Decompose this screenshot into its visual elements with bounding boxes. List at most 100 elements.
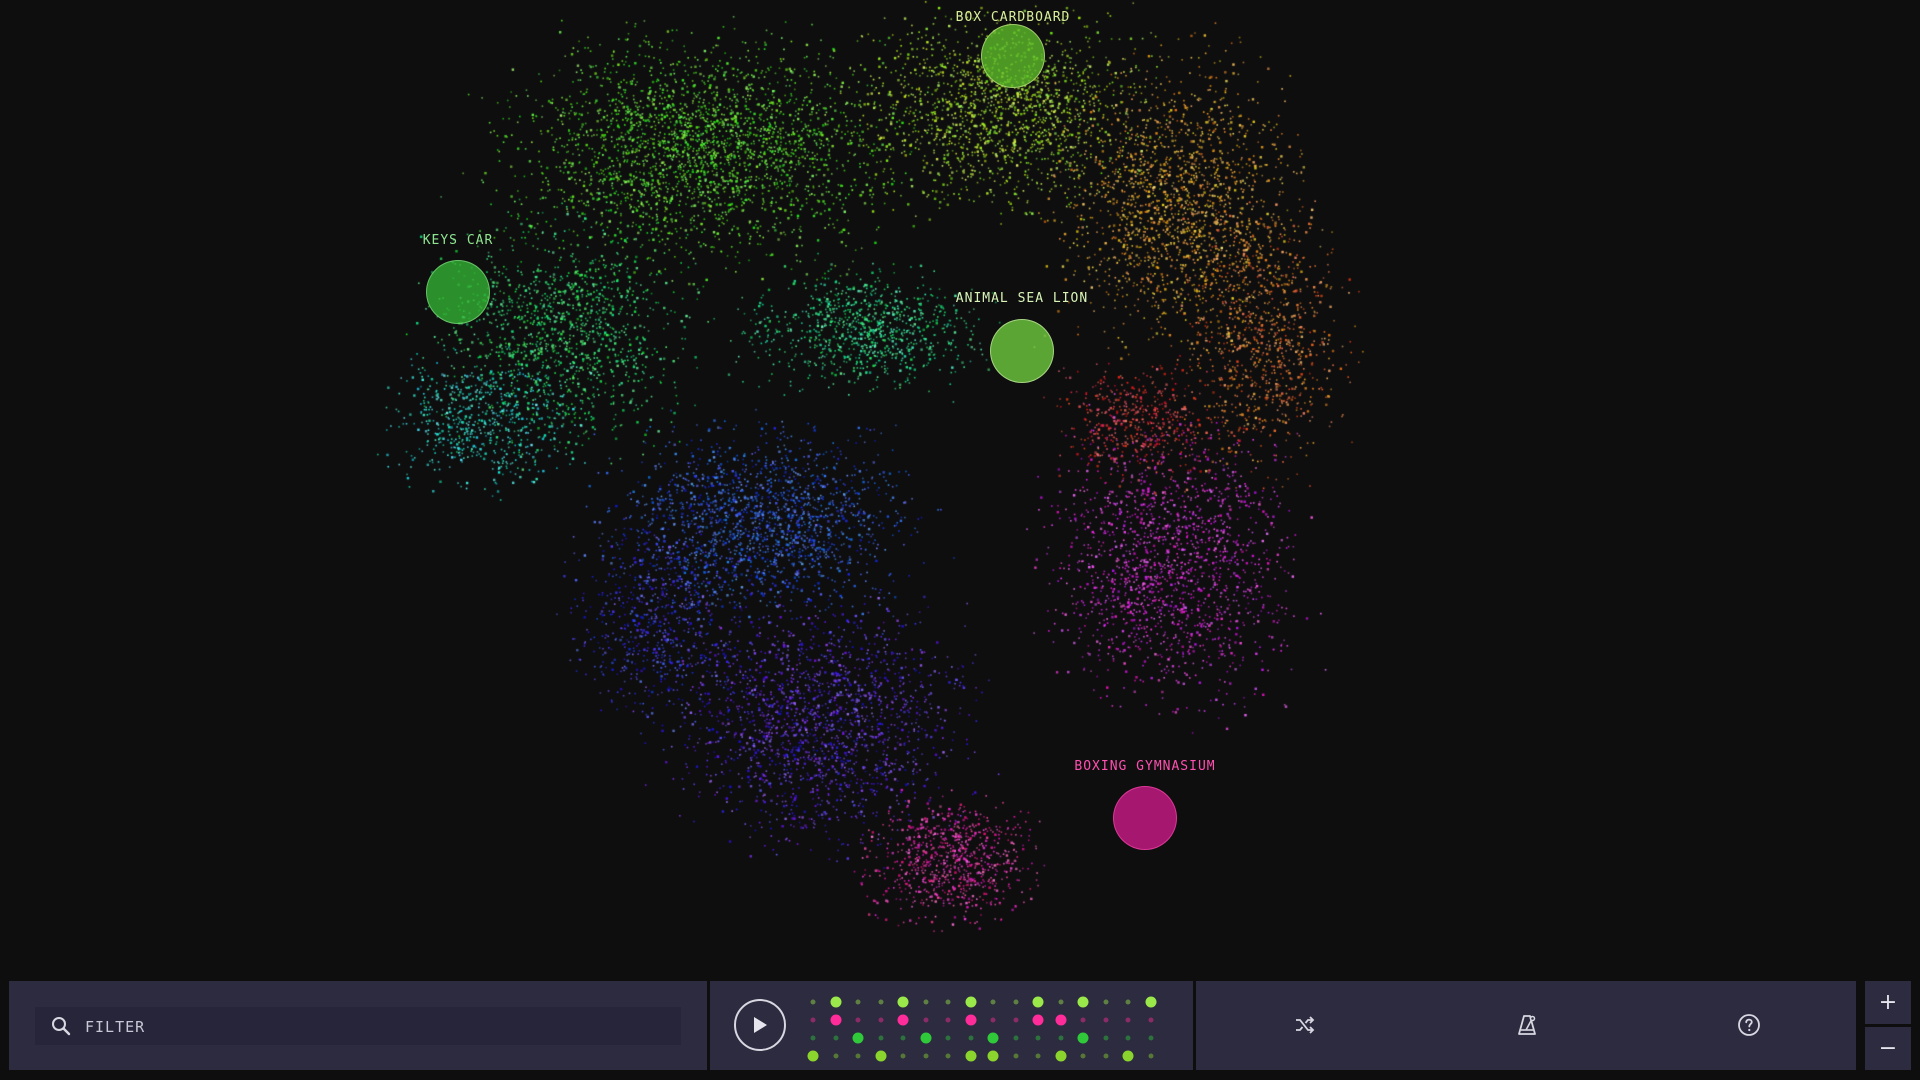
sequencer-step[interactable] bbox=[896, 1031, 910, 1045]
step-dot bbox=[875, 1050, 886, 1062]
sequencer-step[interactable] bbox=[874, 1013, 888, 1027]
sequencer-step[interactable] bbox=[1076, 1049, 1090, 1063]
step-dot bbox=[1125, 1035, 1131, 1041]
sequencer-step[interactable] bbox=[986, 1031, 1000, 1045]
sequencer-step[interactable] bbox=[1144, 1049, 1158, 1063]
sequencer-step[interactable] bbox=[1076, 1031, 1090, 1045]
step-dot bbox=[945, 1035, 951, 1041]
sound-marker-animal-sea-lion[interactable] bbox=[990, 319, 1054, 383]
embedding-scatter-plot[interactable] bbox=[0, 0, 1920, 975]
sound-marker-keys-car[interactable] bbox=[426, 260, 490, 324]
sequencer-step[interactable] bbox=[806, 1049, 820, 1063]
sequencer-step[interactable] bbox=[829, 995, 843, 1009]
step-dot bbox=[1103, 1017, 1108, 1023]
sequencer-step[interactable] bbox=[1054, 1013, 1068, 1027]
sequencer-step[interactable] bbox=[919, 1031, 933, 1045]
sequencer-step[interactable] bbox=[941, 1031, 955, 1045]
sequencer-step[interactable] bbox=[1009, 1013, 1023, 1027]
step-dot bbox=[852, 1032, 864, 1044]
sequencer-step[interactable] bbox=[1144, 995, 1158, 1009]
sequencer-step[interactable] bbox=[1076, 995, 1090, 1009]
sequencer-step[interactable] bbox=[1076, 1013, 1090, 1027]
step-dot bbox=[1080, 1053, 1086, 1059]
sequencer-step[interactable] bbox=[986, 1013, 1000, 1027]
sequencer-row bbox=[806, 1049, 1156, 1063]
sound-marker-box-cardboard[interactable] bbox=[981, 24, 1045, 88]
sequencer-step[interactable] bbox=[1031, 995, 1045, 1009]
sequencer-step[interactable] bbox=[1144, 1013, 1158, 1027]
sequencer-step[interactable] bbox=[896, 995, 910, 1009]
sequencer-step[interactable] bbox=[941, 1049, 955, 1063]
sequencer-step[interactable] bbox=[874, 1031, 888, 1045]
sequencer-step[interactable] bbox=[1121, 1013, 1135, 1027]
sequencer-step[interactable] bbox=[1009, 1031, 1023, 1045]
sequencer-step[interactable] bbox=[1099, 1031, 1113, 1045]
sequencer-step[interactable] bbox=[806, 995, 820, 1009]
sequencer-step[interactable] bbox=[1031, 1031, 1045, 1045]
sequencer-step[interactable] bbox=[919, 995, 933, 1009]
step-dot bbox=[1148, 1017, 1153, 1023]
sequencer-step[interactable] bbox=[964, 995, 978, 1009]
step-dot bbox=[945, 999, 951, 1005]
sequencer-step[interactable] bbox=[964, 1013, 978, 1027]
sequencer-step[interactable] bbox=[851, 1031, 865, 1045]
sequencer-step[interactable] bbox=[851, 1049, 865, 1063]
step-dot bbox=[1013, 999, 1018, 1005]
sequencer-step[interactable] bbox=[851, 1013, 865, 1027]
step-dot bbox=[855, 999, 861, 1005]
step-dot bbox=[1035, 1035, 1041, 1041]
sequencer-step[interactable] bbox=[1054, 1031, 1068, 1045]
sequencer-step[interactable] bbox=[1099, 1049, 1113, 1063]
step-dot bbox=[1055, 1014, 1066, 1026]
sequencer-step[interactable] bbox=[1031, 1049, 1045, 1063]
sequencer-step[interactable] bbox=[986, 1049, 1000, 1063]
step-dot bbox=[1058, 1035, 1063, 1041]
sequencer-step[interactable] bbox=[806, 1013, 820, 1027]
zoom-out-button[interactable]: − bbox=[1865, 1027, 1911, 1070]
sequencer-step[interactable] bbox=[919, 1013, 933, 1027]
zoom-in-button[interactable]: + bbox=[1865, 981, 1911, 1024]
sequencer-step[interactable] bbox=[1054, 995, 1068, 1009]
sequencer-step[interactable] bbox=[829, 1049, 843, 1063]
sequencer-step[interactable] bbox=[851, 995, 865, 1009]
sequencer-step[interactable] bbox=[986, 995, 1000, 1009]
sequencer-step[interactable] bbox=[1099, 995, 1113, 1009]
step-dot bbox=[810, 1035, 816, 1041]
sequencer-step[interactable] bbox=[829, 1031, 843, 1045]
step-dot bbox=[1077, 996, 1089, 1008]
shuffle-button[interactable] bbox=[1285, 1005, 1325, 1045]
sequencer-step[interactable] bbox=[874, 1049, 888, 1063]
sequencer-step[interactable] bbox=[896, 1049, 910, 1063]
sequencer-step[interactable] bbox=[919, 1049, 933, 1063]
step-dot bbox=[945, 1053, 951, 1059]
metronome-button[interactable] bbox=[1507, 1005, 1547, 1045]
sequencer-step[interactable] bbox=[1009, 1049, 1023, 1063]
sequencer-step[interactable] bbox=[964, 1049, 978, 1063]
sequencer-step[interactable] bbox=[1121, 1031, 1135, 1045]
sequencer-step[interactable] bbox=[1144, 1031, 1158, 1045]
sequencer-step[interactable] bbox=[874, 995, 888, 1009]
step-dot bbox=[810, 1017, 816, 1023]
sequencer-step[interactable] bbox=[896, 1013, 910, 1027]
sequencer-step[interactable] bbox=[1031, 1013, 1045, 1027]
sequencer-step[interactable] bbox=[1009, 995, 1023, 1009]
sequencer-step[interactable] bbox=[1054, 1049, 1068, 1063]
help-button[interactable] bbox=[1729, 1005, 1769, 1045]
sequencer-step[interactable] bbox=[829, 1013, 843, 1027]
sound-marker-boxing-gymnasium[interactable] bbox=[1113, 786, 1177, 850]
filter-input[interactable] bbox=[83, 1011, 667, 1043]
step-dot bbox=[1148, 1035, 1153, 1041]
sequencer-step[interactable] bbox=[1121, 995, 1135, 1009]
sequencer-step[interactable] bbox=[964, 1031, 978, 1045]
play-button[interactable] bbox=[734, 999, 786, 1051]
sequencer-step[interactable] bbox=[806, 1031, 820, 1045]
step-dot bbox=[855, 1053, 861, 1059]
sequencer-step[interactable] bbox=[941, 995, 955, 1009]
step-dot bbox=[965, 1050, 976, 1062]
sequencer-step[interactable] bbox=[941, 1013, 955, 1027]
sequencer-step[interactable] bbox=[1121, 1049, 1135, 1063]
sequencer-step[interactable] bbox=[1099, 1013, 1113, 1027]
step-dot bbox=[1080, 1017, 1086, 1023]
step-dot bbox=[833, 1035, 838, 1041]
step-dot bbox=[1058, 999, 1063, 1005]
